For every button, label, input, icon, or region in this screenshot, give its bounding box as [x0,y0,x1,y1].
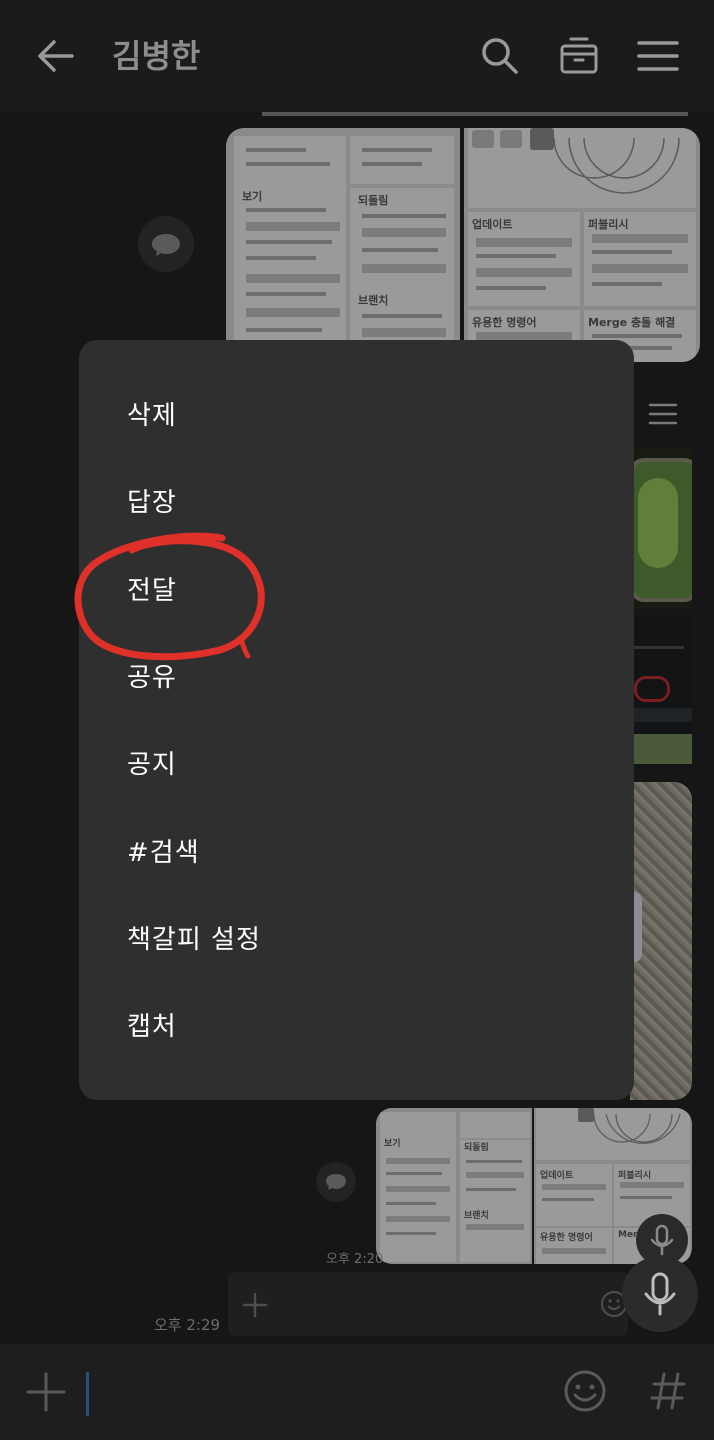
hamburger-menu-icon[interactable] [636,34,680,78]
section-label: 브랜치 [358,294,389,307]
diagram-arcs [593,1113,681,1144]
image-thumbnail-cheatsheet-right[interactable]: 업데이트 퍼블리시 유용한 명령어 Merge 충돌 해결 [464,128,700,362]
menu-item-share[interactable]: 공유 [127,658,177,698]
chat-title: 김병한 [112,37,201,75]
plus-icon[interactable] [24,1370,68,1414]
image-thumbnail-photo-green[interactable] [630,448,692,608]
message-timestamp: 오후 2:29 [154,1316,221,1334]
plus-icon[interactable] [242,1292,268,1318]
section-label: 퍼블리시 [588,218,629,231]
image-thumbnail-photo-gravel[interactable] [630,782,692,1100]
inner-message-bar [228,1272,628,1336]
menu-item-delete[interactable]: 삭제 [127,396,177,436]
section-label: Merge 충돌 해결 [588,316,676,329]
menu-item-bookmark[interactable]: 책갈피 설정 [127,920,261,960]
comment-bubble-icon[interactable] [138,216,194,272]
message-text-input[interactable] [86,1372,89,1416]
menu-item-forward[interactable]: 전달 [127,571,177,611]
section-label: 유용한 명령어 [472,316,537,329]
archive-box-icon[interactable] [557,34,601,78]
image-thumbnail-screenshot[interactable] [630,616,692,768]
section-label: 되돌림 [464,1143,489,1153]
menu-item-hashtag-search[interactable]: #검색 [127,833,200,873]
menu-item-notice[interactable]: 공지 [127,745,177,785]
menu-item-reply[interactable]: 답장 [127,483,177,523]
diagram-arcs [553,137,680,194]
hashtag-icon[interactable] [650,1368,686,1414]
arrow-left-icon[interactable] [34,34,78,78]
section-label: 퍼블리시 [618,1171,652,1181]
section-label: 보기 [242,190,263,203]
section-label: 업데이트 [540,1171,574,1181]
emoji-face-icon[interactable] [562,1368,608,1414]
image-thumbnail-cheatsheet-left[interactable]: 보기 되돌림 브랜치 [226,128,460,352]
voice-record-button[interactable] [622,1256,698,1332]
menu-item-capture[interactable]: 캡처 [127,1007,177,1047]
message-input-bar [0,1344,714,1440]
hamburger-menu-icon [648,403,678,425]
section-label: 브랜치 [464,1211,489,1221]
message-timestamp: 오후 2:20 [326,1252,384,1267]
chat-header: 김병한 [0,0,714,112]
message-context-menu: 삭제 답장 전달 공유 공지 #검색 책갈피 설정 캡처 [79,340,634,1100]
section-label: 유용한 명령어 [540,1233,593,1243]
section-label: 되돌림 [358,194,389,207]
search-icon[interactable] [478,34,522,78]
comment-bubble-icon[interactable] [316,1162,356,1202]
section-label: 업데이트 [472,218,513,231]
section-label: 보기 [384,1139,401,1149]
image-thumbnail-cheatsheet-left-2[interactable]: 보기 되돌림 브랜치 [376,1108,532,1264]
microphone-icon [644,1272,676,1316]
previous-image-strip [262,112,688,116]
